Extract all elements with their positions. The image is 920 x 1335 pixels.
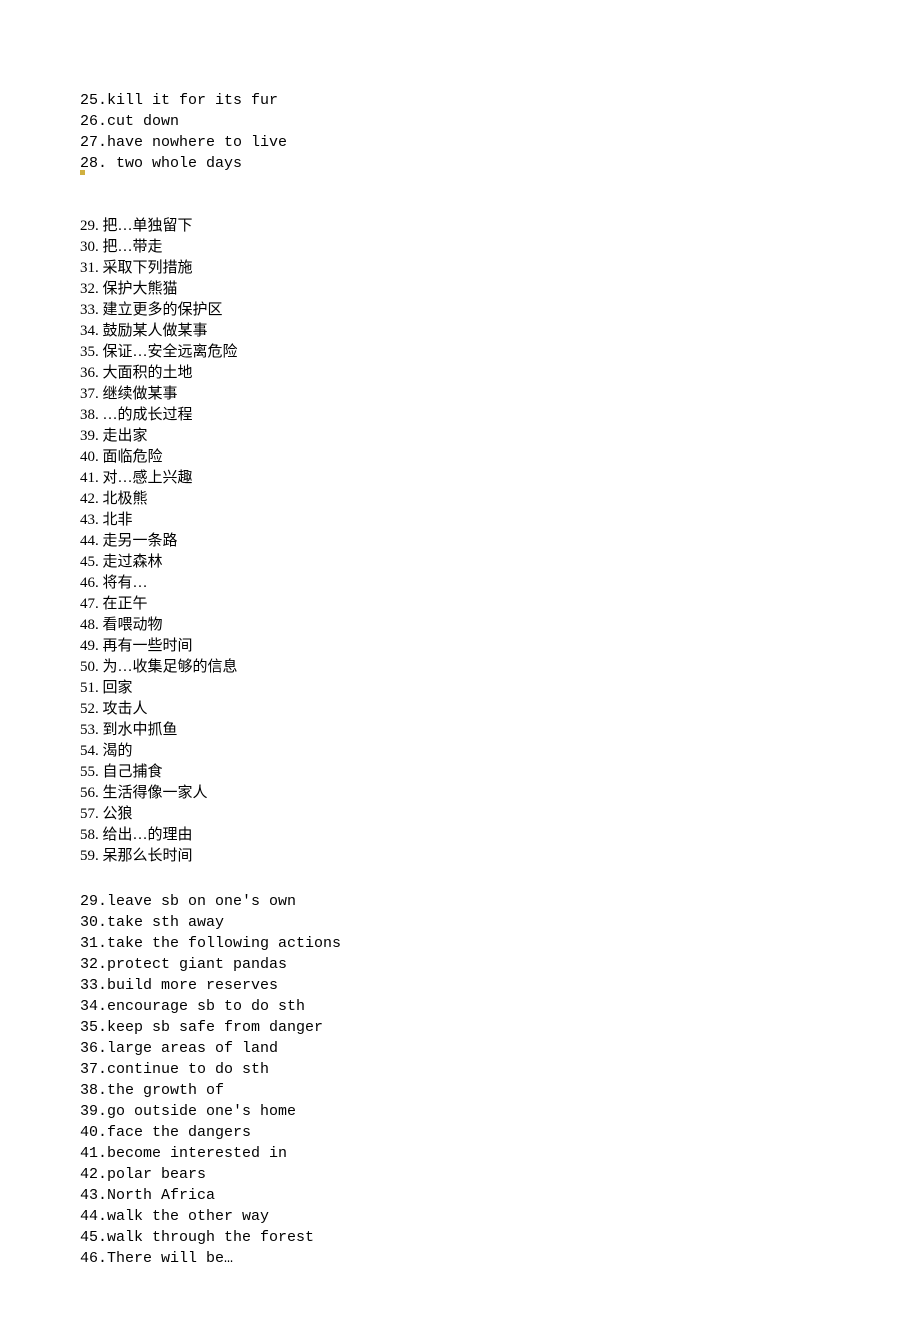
list-item: 41.become interested in bbox=[80, 1143, 840, 1164]
list-item: 59. 呆那么长时间 bbox=[80, 846, 840, 867]
list-item: 29. 把…单独留下 bbox=[80, 216, 840, 237]
spacer bbox=[80, 873, 840, 891]
list-item: 46.There will be… bbox=[80, 1248, 840, 1269]
list-item: 54. 渴的 bbox=[80, 741, 840, 762]
list-item: 44.walk the other way bbox=[80, 1206, 840, 1227]
list-item: 34. 鼓励某人做某事 bbox=[80, 321, 840, 342]
list-item: 56. 生活得像一家人 bbox=[80, 783, 840, 804]
list-item: 45.walk through the forest bbox=[80, 1227, 840, 1248]
list-item: 49. 再有一些时间 bbox=[80, 636, 840, 657]
list-item: 27.have nowhere to live bbox=[80, 132, 840, 153]
list-item: 58. 给出…的理由 bbox=[80, 825, 840, 846]
list-item: 42. 北极熊 bbox=[80, 489, 840, 510]
english-block-2: 29.leave sb on one's own 30.take sth awa… bbox=[80, 891, 840, 1269]
list-item: 43.North Africa bbox=[80, 1185, 840, 1206]
list-item: 38.the growth of bbox=[80, 1080, 840, 1101]
list-item: 33.build more reserves bbox=[80, 975, 840, 996]
list-item: 32. 保护大熊猫 bbox=[80, 279, 840, 300]
document-page: 25.kill it for its fur 26.cut down 27.ha… bbox=[0, 0, 920, 1335]
list-item: 31. 采取下列措施 bbox=[80, 258, 840, 279]
list-item: 57. 公狼 bbox=[80, 804, 840, 825]
chinese-block: 29. 把…单独留下 30. 把…带走 31. 采取下列措施 32. 保护大熊猫… bbox=[80, 216, 840, 867]
list-item: 32.protect giant pandas bbox=[80, 954, 840, 975]
list-item: 29.leave sb on one's own bbox=[80, 891, 840, 912]
list-item: 55. 自己捕食 bbox=[80, 762, 840, 783]
list-item: 39.go outside one's home bbox=[80, 1101, 840, 1122]
list-item: 37. 继续做某事 bbox=[80, 384, 840, 405]
list-item: 52. 攻击人 bbox=[80, 699, 840, 720]
list-item: 43. 北非 bbox=[80, 510, 840, 531]
list-item: 26.cut down bbox=[80, 111, 840, 132]
list-item: 33. 建立更多的保护区 bbox=[80, 300, 840, 321]
list-item: 47. 在正午 bbox=[80, 594, 840, 615]
list-item: 35. 保证…安全远离危险 bbox=[80, 342, 840, 363]
list-item: 45. 走过森林 bbox=[80, 552, 840, 573]
list-item: 46. 将有… bbox=[80, 573, 840, 594]
list-item: 25.kill it for its fur bbox=[80, 90, 840, 111]
list-item: 36. 大面积的土地 bbox=[80, 363, 840, 384]
list-item: 50. 为…收集足够的信息 bbox=[80, 657, 840, 678]
english-block-1: 25.kill it for its fur 26.cut down 27.ha… bbox=[80, 90, 840, 174]
list-item: 51. 回家 bbox=[80, 678, 840, 699]
spacer bbox=[80, 198, 840, 216]
list-item: 34.encourage sb to do sth bbox=[80, 996, 840, 1017]
list-item: 53. 到水中抓鱼 bbox=[80, 720, 840, 741]
list-item: 30. 把…带走 bbox=[80, 237, 840, 258]
list-item: 37.continue to do sth bbox=[80, 1059, 840, 1080]
list-item: 38. …的成长过程 bbox=[80, 405, 840, 426]
list-item: 48. 看喂动物 bbox=[80, 615, 840, 636]
list-item: 40.face the dangers bbox=[80, 1122, 840, 1143]
list-item: 31.take the following actions bbox=[80, 933, 840, 954]
list-item: 35.keep sb safe from danger bbox=[80, 1017, 840, 1038]
list-item: 40. 面临危险 bbox=[80, 447, 840, 468]
list-item: 30.take sth away bbox=[80, 912, 840, 933]
list-item: 44. 走另一条路 bbox=[80, 531, 840, 552]
list-item: 39. 走出家 bbox=[80, 426, 840, 447]
list-item: 28. two whole days bbox=[80, 153, 840, 174]
list-item: 36.large areas of land bbox=[80, 1038, 840, 1059]
list-item: 42.polar bears bbox=[80, 1164, 840, 1185]
list-item: 41. 对…感上兴趣 bbox=[80, 468, 840, 489]
spacer bbox=[80, 180, 840, 198]
annotation-mark bbox=[80, 170, 85, 175]
